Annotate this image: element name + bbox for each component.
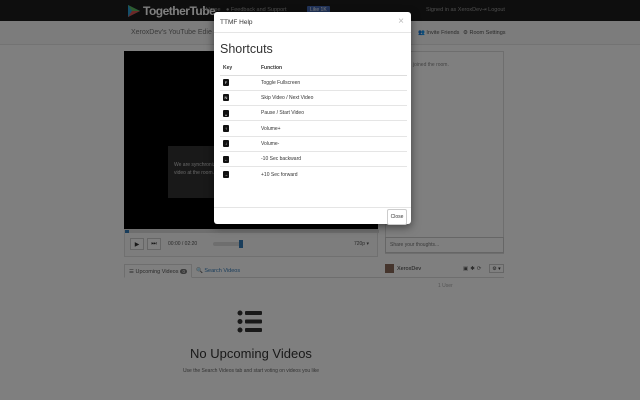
function-cell: Volume- [258,135,407,152]
key-arrow-up-icon: ↑ [223,125,229,133]
table-header-row: Key Function [220,62,407,76]
function-cell: Toggle Fullscreen [258,74,407,91]
key-cell: ← [220,150,258,167]
shortcuts-table: Key Function F Toggle Fullscreen N Skip Vi… [220,62,407,183]
table-row: ␣ Pause / Start Video [220,105,407,121]
key-arrow-down-icon: ↓ [223,140,229,148]
table-row: ← -10 Sec backward [220,150,407,167]
table-row: N Skip Video / Next Video [220,89,407,106]
key-cell: N [220,89,258,106]
modal-title: TTMF Help [220,19,253,26]
key-cell: → [220,166,258,183]
key-cell: ↑ [220,120,258,137]
close-icon[interactable]: × [398,16,404,27]
key-cell: F [220,74,258,91]
close-button[interactable]: Close [387,209,407,225]
modal-footer: Close [214,207,411,225]
key-arrow-right-icon: → [223,171,229,179]
col-function-header: Function [258,62,407,76]
key-n-icon: N [223,94,229,102]
shortcuts-heading: Shortcuts [220,42,273,56]
modal-header: TTMF Help × [214,12,411,33]
function-cell: Volume+ [258,120,407,137]
key-arrow-left-icon: ← [223,155,229,163]
function-cell: +10 Sec forward [258,166,407,183]
key-cell: ↓ [220,135,258,152]
key-f-icon: F [223,79,229,87]
help-modal: TTMF Help × Shortcuts Key Function F Togg… [214,12,411,225]
function-cell: Skip Video / Next Video [258,89,407,106]
table-row: ↑ Volume+ [220,120,407,137]
table-row: ↓ Volume- [220,135,407,152]
function-cell: -10 Sec backward [258,150,407,167]
function-cell: Pause / Start Video [258,105,407,121]
key-space-icon: ␣ [223,109,229,117]
table-row: → +10 Sec forward [220,166,407,183]
modal-body: Shortcuts Key Function F Toggle Fullscree… [220,42,407,183]
key-cell: ␣ [220,105,258,121]
col-key-header: Key [220,62,258,76]
table-row: F Toggle Fullscreen [220,74,407,91]
footer-divider [214,207,411,208]
